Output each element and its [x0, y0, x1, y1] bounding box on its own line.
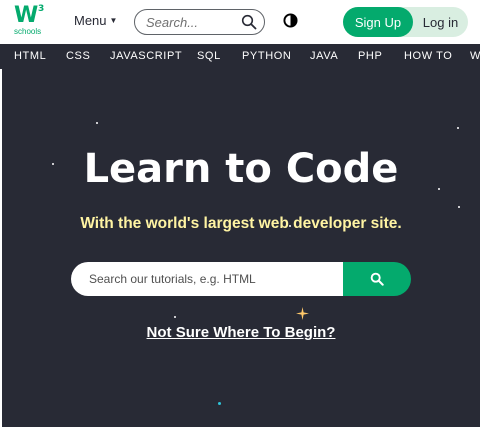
hero-section: Learn to Code With the world's largest w… — [2, 69, 480, 427]
header-search — [134, 9, 265, 35]
nav-item-java[interactable]: JAVA — [310, 50, 338, 62]
nav-item-how-to[interactable]: HOW TO — [404, 50, 452, 62]
tutorial-search-input[interactable] — [71, 262, 344, 296]
star-decoration — [458, 206, 460, 208]
nav-item-w3css[interactable]: W3.CSS — [470, 50, 480, 62]
w3schools-logo[interactable]: W 3 schools — [12, 3, 48, 39]
log-in-button[interactable]: Log in — [413, 7, 468, 37]
top-header: W 3 schools Menu ▼ Sign Up Log in — [0, 0, 480, 44]
menu-label: Menu — [74, 13, 107, 28]
nav-item-python[interactable]: PYTHON — [242, 50, 291, 62]
tutorial-search-button[interactable] — [343, 262, 411, 296]
auth-pill: Sign Up Log in — [343, 7, 468, 37]
not-sure-where-to-begin-link[interactable]: Not Sure Where To Begin? — [2, 324, 480, 341]
header-search-input[interactable] — [146, 14, 244, 31]
nav-item-php[interactable]: PHP — [358, 50, 382, 62]
search-icon — [370, 272, 384, 286]
tutorial-search — [71, 262, 411, 296]
logo-mark: W — [14, 3, 39, 28]
menu-button[interactable]: Menu ▼ — [74, 13, 117, 28]
nav-item-html[interactable]: HTML — [14, 50, 46, 62]
nav-item-sql[interactable]: SQL — [197, 50, 221, 62]
star-decoration — [218, 402, 221, 405]
nav-item-javascript[interactable]: JAVASCRIPT — [110, 50, 182, 62]
search-icon[interactable] — [241, 14, 257, 30]
chevron-down-icon: ▼ — [109, 16, 118, 25]
hero-title: Learn to Code — [83, 146, 399, 192]
logo-superscript: 3 — [38, 4, 45, 14]
star-decoration — [457, 127, 459, 129]
star-decoration — [96, 122, 98, 124]
hero-tagline: With the world's largest web developer s… — [80, 215, 402, 232]
sign-up-button[interactable]: Sign Up — [343, 7, 413, 37]
topic-navbar: HTML CSS JAVASCRIPT SQL PYTHON JAVA PHP … — [0, 44, 480, 69]
nav-item-css[interactable]: CSS — [66, 50, 90, 62]
contrast-icon[interactable] — [283, 13, 298, 28]
sparkle-icon — [296, 307, 309, 320]
logo-wordmark: schools — [14, 27, 42, 36]
star-decoration — [174, 316, 176, 318]
